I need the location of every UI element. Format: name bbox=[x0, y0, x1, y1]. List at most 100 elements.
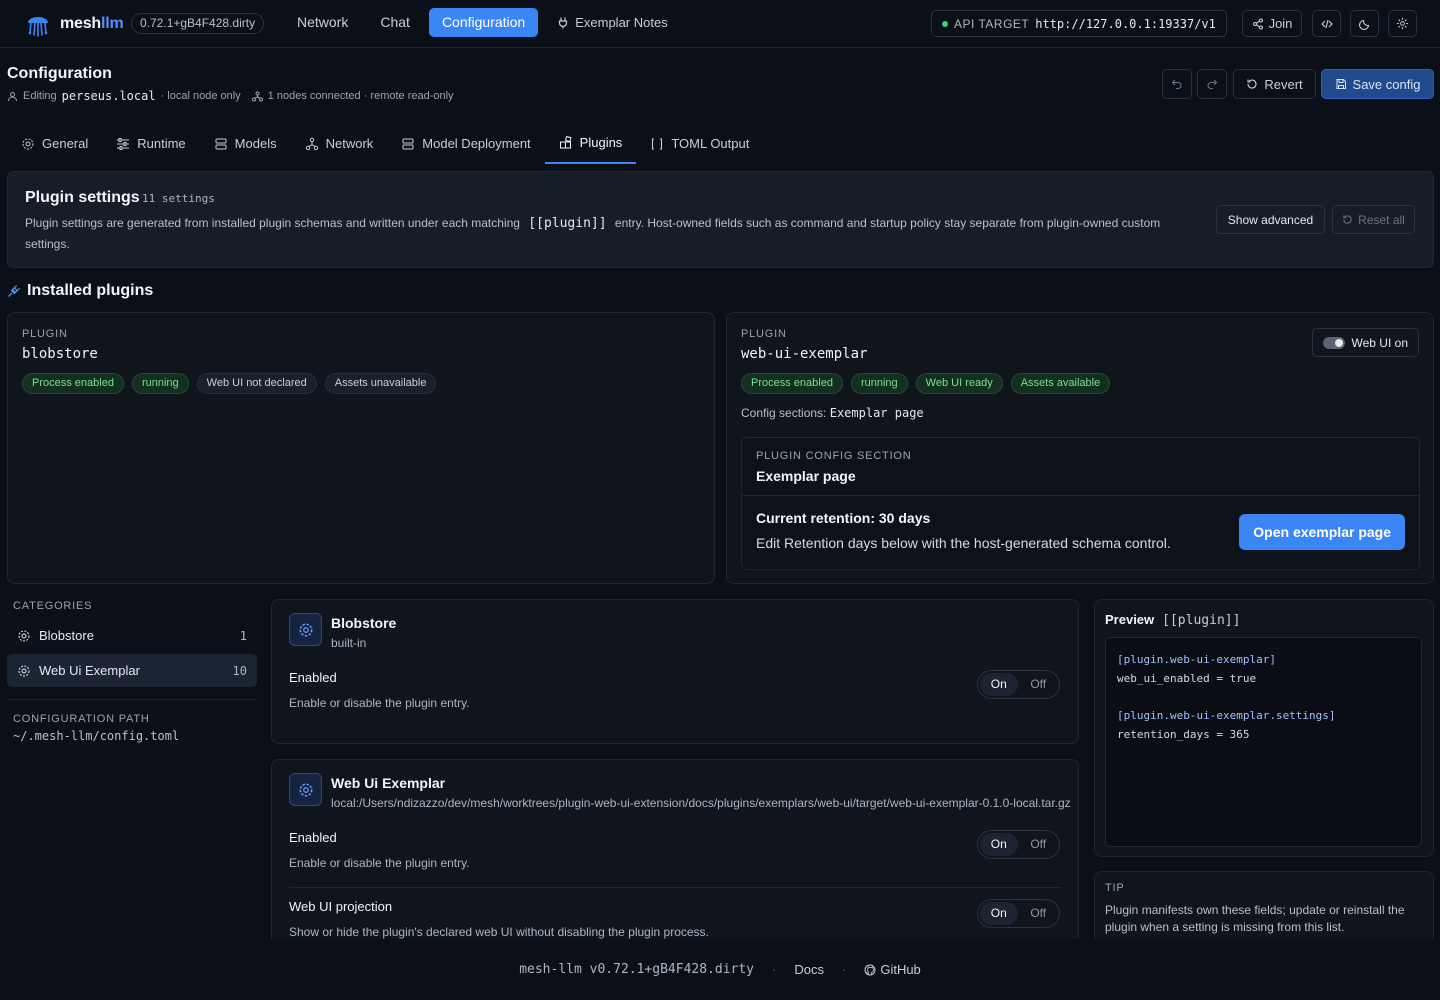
off-option[interactable]: Off bbox=[1020, 673, 1058, 696]
code-line: retention_days = 365 bbox=[1117, 728, 1250, 741]
undo-button[interactable] bbox=[1162, 69, 1192, 99]
on-option[interactable]: On bbox=[980, 902, 1018, 925]
api-target[interactable]: API TARGET http://127.0.0.1:19337/v1 bbox=[931, 10, 1227, 37]
app-name: meshllm bbox=[60, 15, 124, 32]
category-label: Blobstore bbox=[39, 628, 94, 643]
enabled-toggle[interactable]: On Off bbox=[977, 830, 1060, 859]
field-name: Enabled bbox=[289, 830, 337, 845]
docs-link[interactable]: Docs bbox=[794, 962, 824, 977]
on-option[interactable]: On bbox=[980, 833, 1018, 856]
join-button[interactable]: Join bbox=[1242, 10, 1302, 37]
status-badge: running bbox=[131, 373, 189, 394]
main-nav: Network Chat Configuration Exemplar Note… bbox=[284, 8, 681, 37]
category-label: Web Ui Exemplar bbox=[39, 663, 140, 678]
banner-title: Plugin settings bbox=[25, 189, 140, 206]
settings-card-title: Blobstore bbox=[331, 615, 397, 631]
editing-info: Editing perseus.local · local node only … bbox=[7, 89, 454, 103]
separator: · bbox=[772, 962, 777, 977]
tab-toml-output[interactable]: TOML Output bbox=[636, 123, 763, 164]
plugin-name: web-ui-exemplar bbox=[741, 346, 868, 362]
settings-card-web-ui-exemplar: Web Ui Exemplar local:/Users/ndizazzo/de… bbox=[271, 759, 1079, 959]
revert-button[interactable]: Revert bbox=[1233, 69, 1316, 99]
web-ui-toggle[interactable]: Web UI on bbox=[1311, 328, 1419, 357]
nav-configuration[interactable]: Configuration bbox=[428, 8, 539, 37]
toml-code-block: [plugin.web-ui-exemplar] web_ui_enabled … bbox=[1105, 637, 1422, 847]
tab-plugins-label: Plugins bbox=[579, 135, 623, 150]
divider bbox=[7, 699, 257, 700]
revert-icon bbox=[1246, 78, 1258, 90]
code-line: web_ui_enabled = true bbox=[1117, 672, 1257, 685]
status-badge: Assets available bbox=[1010, 373, 1111, 394]
show-advanced-button[interactable]: Show advanced bbox=[1216, 205, 1325, 234]
app-logo[interactable]: meshllm bbox=[24, 10, 124, 38]
plugin-settings-banner: Plugin settings 11 settings Plugin setti… bbox=[7, 171, 1434, 268]
theme-toggle-button[interactable] bbox=[1350, 10, 1379, 37]
field-name: Enabled bbox=[289, 670, 337, 685]
toml-preview-panel: Preview [[plugin]] [plugin.web-ui-exempl… bbox=[1094, 599, 1434, 857]
network-icon bbox=[305, 137, 319, 151]
reset-all-button[interactable]: Reset all bbox=[1332, 205, 1415, 234]
plugin-gear-icon bbox=[289, 773, 322, 806]
config-section-value: Exemplar page bbox=[829, 406, 924, 420]
status-badge: Web UI ready bbox=[915, 373, 1003, 394]
category-count: 10 bbox=[232, 663, 247, 678]
tab-general[interactable]: General bbox=[7, 123, 102, 164]
gear-icon bbox=[1396, 17, 1409, 30]
tip-text: Plugin manifests own these fields; updat… bbox=[1105, 903, 1405, 934]
category-item-blobstore[interactable]: Blobstore 1 bbox=[7, 619, 257, 652]
tab-runtime[interactable]: Runtime bbox=[102, 123, 199, 164]
redo-button[interactable] bbox=[1197, 69, 1227, 99]
enabled-toggle[interactable]: On Off bbox=[977, 670, 1060, 699]
github-link[interactable]: GitHub bbox=[864, 962, 921, 977]
save-config-label: Save config bbox=[1352, 76, 1421, 92]
plugin-card-web-ui-exemplar: PLUGIN web-ui-exemplar Web UI on Process… bbox=[726, 312, 1434, 584]
settings-card-subtitle: local:/Users/ndizazzo/dev/mesh/worktrees… bbox=[331, 796, 1071, 810]
categories-label: CATEGORIES bbox=[13, 600, 93, 612]
code-button[interactable] bbox=[1312, 10, 1341, 37]
tab-plugins[interactable]: Plugins bbox=[544, 123, 637, 164]
gear-icon bbox=[21, 137, 35, 151]
status-badge: Assets unavailable bbox=[324, 373, 437, 394]
preview-title-code: [[plugin]] bbox=[1162, 613, 1241, 628]
gear-icon bbox=[17, 629, 31, 643]
web-ui-projection-toggle[interactable]: On Off bbox=[977, 899, 1060, 928]
redo-icon bbox=[1206, 78, 1218, 90]
tab-models[interactable]: Models bbox=[200, 123, 291, 164]
section-name: Exemplar page bbox=[756, 468, 856, 484]
nav-chat[interactable]: Chat bbox=[367, 8, 423, 37]
top-bar: meshllm 0.72.1+gB4F428.dirty Network Cha… bbox=[0, 0, 1440, 48]
off-option[interactable]: Off bbox=[1020, 833, 1058, 856]
category-item-web-ui-exemplar[interactable]: Web Ui Exemplar 10 bbox=[7, 654, 257, 687]
open-exemplar-page-button[interactable]: Open exemplar page bbox=[1239, 514, 1405, 550]
save-config-button[interactable]: Save config bbox=[1321, 69, 1434, 99]
tab-network[interactable]: Network bbox=[291, 123, 388, 164]
version-badge: 0.72.1+gB4F428.dirty bbox=[131, 13, 265, 34]
host-note: · local node only bbox=[160, 90, 241, 102]
nodes-icon bbox=[251, 91, 263, 102]
status-badge: Web UI not declared bbox=[196, 373, 317, 394]
field-description: Enable or disable the plugin entry. bbox=[289, 856, 470, 870]
api-target-url: http://127.0.0.1:19337/v1 bbox=[1035, 16, 1216, 31]
page-title: Configuration bbox=[7, 65, 112, 82]
field-description: Show or hide the plugin's declared web U… bbox=[289, 925, 709, 939]
plugin-code: [[plugin]] bbox=[528, 216, 607, 231]
settings-card-title: Web Ui Exemplar bbox=[331, 775, 446, 791]
toggle-switch-icon bbox=[1322, 336, 1345, 349]
field-name: Web UI projection bbox=[289, 899, 393, 914]
separator: · bbox=[841, 962, 847, 977]
on-option[interactable]: On bbox=[980, 673, 1018, 696]
settings-button[interactable] bbox=[1388, 10, 1417, 37]
nav-network[interactable]: Network bbox=[284, 8, 361, 37]
plug-icon bbox=[7, 284, 20, 298]
revert-label: Revert bbox=[1264, 76, 1303, 92]
off-option[interactable]: Off bbox=[1020, 902, 1058, 925]
gear-icon bbox=[17, 664, 31, 678]
github-icon bbox=[864, 964, 876, 976]
nav-exemplar-notes[interactable]: Exemplar Notes bbox=[544, 8, 680, 37]
banner-description: Plugin settings are generated from insta… bbox=[25, 216, 1161, 251]
section-label: PLUGIN CONFIG SECTION bbox=[756, 450, 912, 462]
tab-model-deployment[interactable]: Model Deployment bbox=[387, 123, 544, 164]
code-line: [plugin.web-ui-exemplar.settings] bbox=[1117, 709, 1336, 722]
host-name: perseus.local bbox=[61, 89, 156, 103]
